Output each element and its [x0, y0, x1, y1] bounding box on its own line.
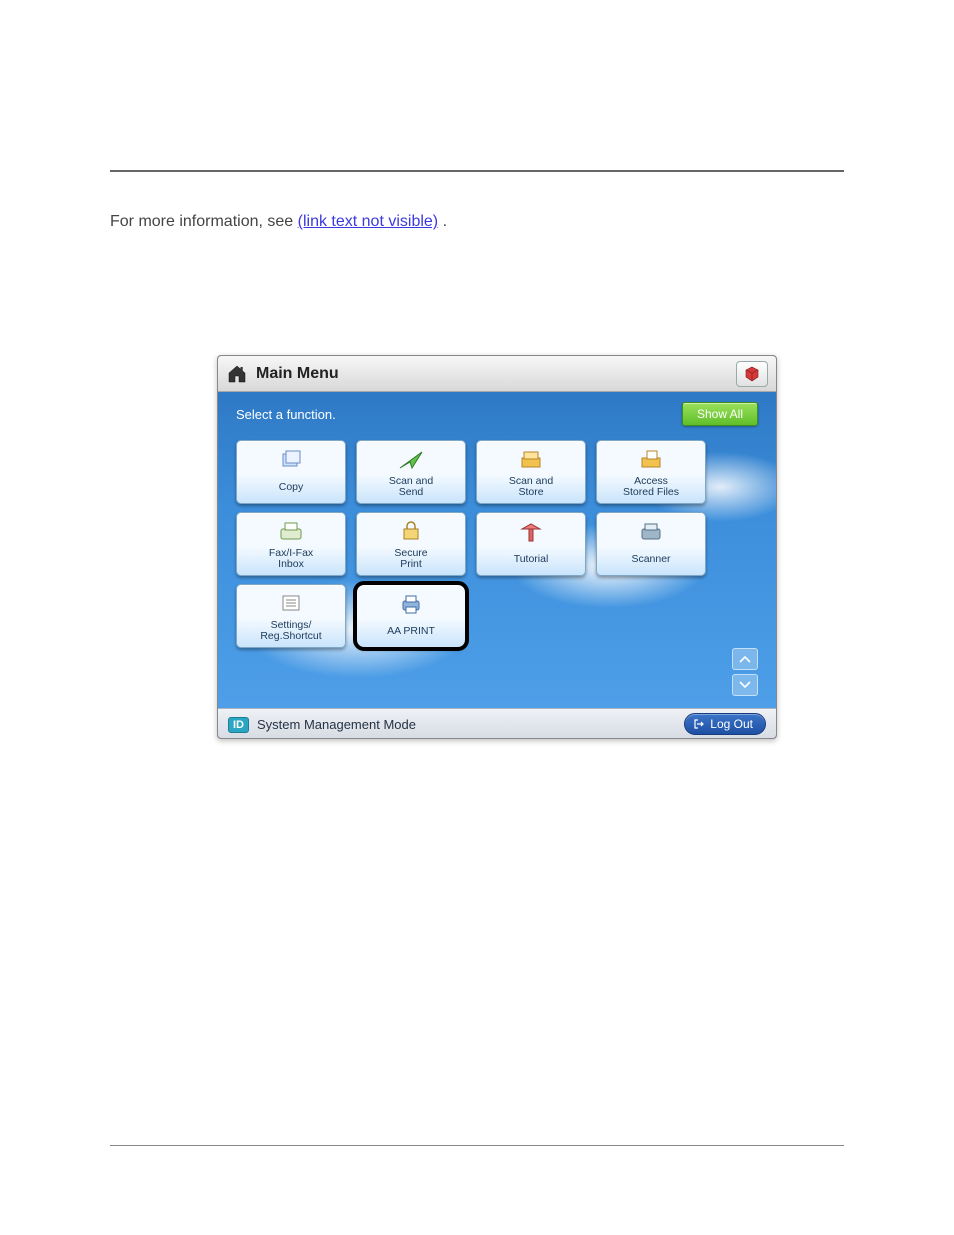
body-paragraph: For more information, see (link text not… — [110, 210, 844, 235]
function-label: Copy — [279, 477, 304, 499]
function-secure-print-button[interactable]: Secure Print — [356, 512, 466, 576]
logout-button[interactable]: Log Out — [684, 713, 766, 735]
function-label: AA PRINT — [387, 621, 435, 643]
id-badge: ID — [228, 717, 249, 733]
chevron-down-icon — [739, 681, 751, 689]
function-label: Settings/ Reg.Shortcut — [260, 620, 321, 643]
body-link[interactable]: (link text not visible) — [298, 213, 439, 230]
main-header: Select a function. Show All — [236, 402, 758, 426]
fax-icon — [278, 515, 304, 548]
titlebar-title: Main Menu — [256, 365, 339, 383]
chevron-up-icon — [739, 655, 751, 663]
function-label: Scan and Store — [509, 476, 553, 499]
function-grid: Copy Scan and Send Scan and Store Access St… — [236, 440, 758, 648]
page-down-button[interactable] — [732, 674, 758, 696]
home-icon — [226, 364, 248, 384]
function-label: Scan and Send — [389, 476, 433, 499]
send-icon — [398, 443, 424, 476]
body-text-prefix: For more information, see — [110, 213, 298, 230]
toner-status-button[interactable] — [736, 361, 768, 387]
logout-label: Log Out — [710, 717, 753, 731]
tutorial-icon — [518, 515, 544, 549]
page-up-button[interactable] — [732, 648, 758, 670]
function-access-files-button[interactable]: Access Stored Files — [596, 440, 706, 504]
function-label: Tutorial — [514, 549, 549, 571]
settings-icon — [278, 587, 304, 620]
body-text-suffix: . — [443, 213, 447, 230]
function-tutorial-button[interactable]: Tutorial — [476, 512, 586, 576]
prompt-text: Select a function. — [236, 407, 336, 422]
function-aa-print-button[interactable]: AA PRINT — [356, 584, 466, 648]
scanner-icon — [638, 515, 664, 549]
secure-icon — [398, 515, 424, 548]
function-label: Scanner — [631, 549, 670, 571]
page-bottom-rule — [110, 1145, 844, 1146]
show-all-button[interactable]: Show All — [682, 402, 758, 426]
function-label: Secure Print — [394, 548, 427, 571]
status-text: System Management Mode — [257, 717, 416, 732]
page-top-rule — [110, 170, 844, 172]
copy-icon — [278, 443, 304, 477]
function-copy-button[interactable]: Copy — [236, 440, 346, 504]
function-settings-button[interactable]: Settings/ Reg.Shortcut — [236, 584, 346, 648]
titlebar: Main Menu — [218, 356, 776, 392]
printer-icon — [398, 587, 424, 621]
logout-icon — [693, 718, 705, 730]
function-fax-inbox-button[interactable]: Fax/I-Fax Inbox — [236, 512, 346, 576]
statusbar: ID System Management Mode Log Out — [218, 708, 776, 739]
function-scan-send-button[interactable]: Scan and Send — [356, 440, 466, 504]
main-area: Select a function. Show All Copy Scan and… — [218, 392, 776, 708]
files-icon — [638, 443, 664, 476]
function-label: Access Stored Files — [623, 476, 679, 499]
function-scan-store-button[interactable]: Scan and Store — [476, 440, 586, 504]
function-scanner-button[interactable]: Scanner — [596, 512, 706, 576]
store-icon — [518, 443, 544, 476]
cube-icon — [743, 365, 761, 383]
device-screenshot: Main Menu Select a function. Show All Co… — [217, 355, 777, 739]
pager — [732, 648, 758, 696]
function-label: Fax/I-Fax Inbox — [269, 548, 313, 571]
